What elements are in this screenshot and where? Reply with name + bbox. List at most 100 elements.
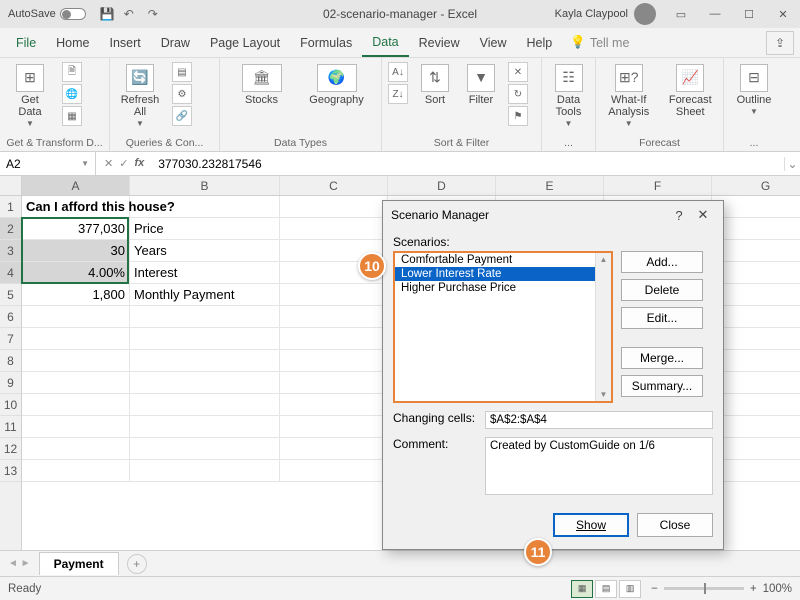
fx-icon[interactable]: fx: [134, 157, 144, 170]
cell[interactable]: [22, 372, 130, 394]
row-header[interactable]: 4: [0, 262, 21, 284]
cell[interactable]: [280, 416, 388, 438]
cell[interactable]: [130, 328, 280, 350]
queries-button[interactable]: ▤: [172, 62, 192, 82]
from-web-button[interactable]: 🌐: [62, 84, 82, 104]
formula-input[interactable]: 377030.232817546: [152, 157, 784, 171]
filter-button[interactable]: ▼ Filter: [462, 62, 500, 106]
row-header[interactable]: 8: [0, 350, 21, 372]
edit-scenario-button[interactable]: Edit...: [621, 307, 703, 329]
cell[interactable]: [712, 372, 800, 394]
cancel-formula-icon[interactable]: ✕: [104, 157, 113, 170]
cell[interactable]: [280, 218, 388, 240]
cell-a2[interactable]: 377,030: [22, 218, 130, 240]
col-header[interactable]: A: [22, 176, 130, 195]
scroll-up-icon[interactable]: ▲: [600, 255, 608, 264]
cell[interactable]: [712, 460, 800, 482]
cell-b4[interactable]: Interest: [130, 262, 280, 284]
cell[interactable]: [280, 438, 388, 460]
cell[interactable]: [280, 196, 388, 218]
cell[interactable]: [130, 394, 280, 416]
get-data-button[interactable]: ⊞ Get Data ▼: [6, 62, 54, 129]
maximize-icon[interactable]: ☐: [732, 0, 766, 28]
outline-button[interactable]: ⊟ Outline ▼: [730, 62, 778, 117]
ribbon-options-icon[interactable]: ▭: [664, 0, 698, 28]
cell-b5[interactable]: Monthly Payment: [130, 284, 280, 306]
tab-nav[interactable]: ◄ ►: [0, 558, 39, 569]
cell[interactable]: [280, 394, 388, 416]
cell[interactable]: [22, 460, 130, 482]
dialog-close-button[interactable]: ✕: [691, 207, 715, 223]
properties-button[interactable]: ⚙: [172, 84, 192, 104]
cell[interactable]: [712, 328, 800, 350]
cell[interactable]: [130, 438, 280, 460]
row-header[interactable]: 3: [0, 240, 21, 262]
cell[interactable]: [712, 394, 800, 416]
tab-page-layout[interactable]: Page Layout: [200, 30, 290, 56]
col-header[interactable]: B: [130, 176, 280, 195]
scenario-item[interactable]: Comfortable Payment: [395, 253, 611, 267]
name-box[interactable]: A2▼: [0, 152, 96, 175]
row-header[interactable]: 6: [0, 306, 21, 328]
row-header[interactable]: 9: [0, 372, 21, 394]
tab-formulas[interactable]: Formulas: [290, 30, 362, 56]
tell-me-search[interactable]: 💡 Tell me: [570, 35, 629, 50]
cell[interactable]: [280, 350, 388, 372]
cell[interactable]: [712, 438, 800, 460]
tab-data[interactable]: Data: [362, 29, 408, 57]
tab-insert[interactable]: Insert: [100, 30, 151, 56]
user-info[interactable]: Kayla Claypool: [555, 3, 656, 25]
show-button[interactable]: Show: [553, 513, 629, 537]
undo-icon[interactable]: ↶: [124, 7, 138, 21]
zoom-slider[interactable]: [664, 587, 744, 590]
cell-a5[interactable]: 1,800: [22, 284, 130, 306]
cell-b2[interactable]: Price: [130, 218, 280, 240]
col-header[interactable]: C: [280, 176, 388, 195]
cell[interactable]: [130, 416, 280, 438]
cell[interactable]: [280, 372, 388, 394]
row-header[interactable]: 11: [0, 416, 21, 438]
sort-az-button[interactable]: A↓: [388, 62, 408, 82]
cell[interactable]: [712, 262, 800, 284]
col-header[interactable]: E: [496, 176, 604, 195]
tab-view[interactable]: View: [470, 30, 517, 56]
redo-icon[interactable]: ↷: [148, 7, 162, 21]
cell[interactable]: [22, 306, 130, 328]
row-header[interactable]: 7: [0, 328, 21, 350]
merge-scenarios-button[interactable]: Merge...: [621, 347, 703, 369]
cell[interactable]: [22, 394, 130, 416]
delete-scenario-button[interactable]: Delete: [621, 279, 703, 301]
zoom-out-button[interactable]: −: [651, 583, 658, 595]
cell-a3[interactable]: 30: [22, 240, 130, 262]
close-button[interactable]: Close: [637, 513, 713, 537]
tab-help[interactable]: Help: [517, 30, 563, 56]
zoom-level[interactable]: 100%: [763, 583, 792, 595]
tab-file[interactable]: File: [6, 30, 46, 56]
save-icon[interactable]: 💾: [100, 7, 114, 21]
minimize-icon[interactable]: —: [698, 0, 732, 28]
autosave-toggle[interactable]: AutoSave: [8, 8, 86, 20]
cell-b1[interactable]: [130, 196, 280, 218]
listbox-scrollbar[interactable]: ▲▼: [595, 253, 611, 401]
cell[interactable]: [712, 196, 800, 218]
cell-b3[interactable]: Years: [130, 240, 280, 262]
row-header[interactable]: 5: [0, 284, 21, 306]
reapply-button[interactable]: ↻: [508, 84, 528, 104]
clear-filter-button[interactable]: ✕: [508, 62, 528, 82]
row-header[interactable]: 2: [0, 218, 21, 240]
edit-links-button[interactable]: 🔗: [172, 106, 192, 126]
data-tools-button[interactable]: ☷ Data Tools ▼: [548, 62, 589, 129]
whatif-analysis-button[interactable]: ⊞? What-If Analysis ▼: [602, 62, 656, 129]
cell[interactable]: [712, 350, 800, 372]
col-header[interactable]: G: [712, 176, 800, 195]
tab-review[interactable]: Review: [409, 30, 470, 56]
scenario-item[interactable]: Lower Interest Rate: [395, 267, 611, 281]
cell[interactable]: [130, 372, 280, 394]
row-header[interactable]: 12: [0, 438, 21, 460]
stocks-button[interactable]: 🏛 Stocks: [230, 62, 294, 106]
toggle-off-icon[interactable]: [60, 8, 86, 20]
chevron-down-icon[interactable]: ▼: [81, 159, 89, 168]
page-layout-view-button[interactable]: ▤: [595, 580, 617, 598]
enter-formula-icon[interactable]: ✓: [119, 157, 128, 170]
from-table-button[interactable]: ▦: [62, 106, 82, 126]
